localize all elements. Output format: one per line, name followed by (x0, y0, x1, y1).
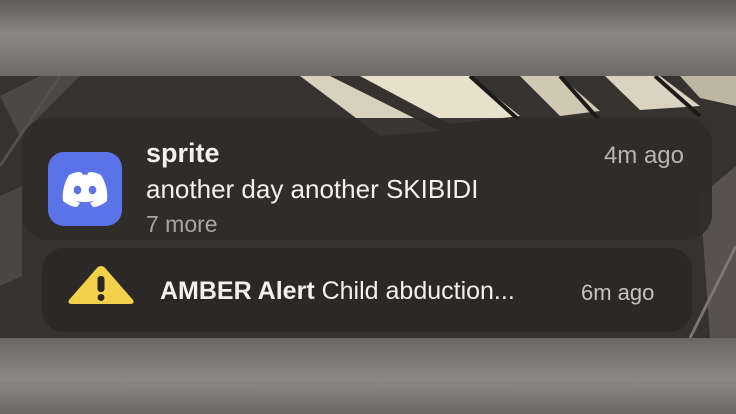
alert-time: 6m ago (581, 280, 655, 305)
alert-text: AMBER Alert Child abduction... (160, 277, 515, 306)
alert-message: Child abduction... (321, 277, 515, 305)
alert-app-name: AMBER Alert (160, 277, 315, 305)
notification-message: another day another SKIBIDI (146, 174, 479, 204)
blurred-background-top (0, 0, 736, 76)
notification-time: 4m ago (603, 142, 684, 169)
notification-title: sprite (146, 138, 220, 168)
blurred-background-bottom (0, 338, 736, 414)
more-count[interactable]: 7 more (146, 211, 218, 238)
discord-icon (48, 152, 122, 226)
warning-icon (66, 264, 136, 311)
